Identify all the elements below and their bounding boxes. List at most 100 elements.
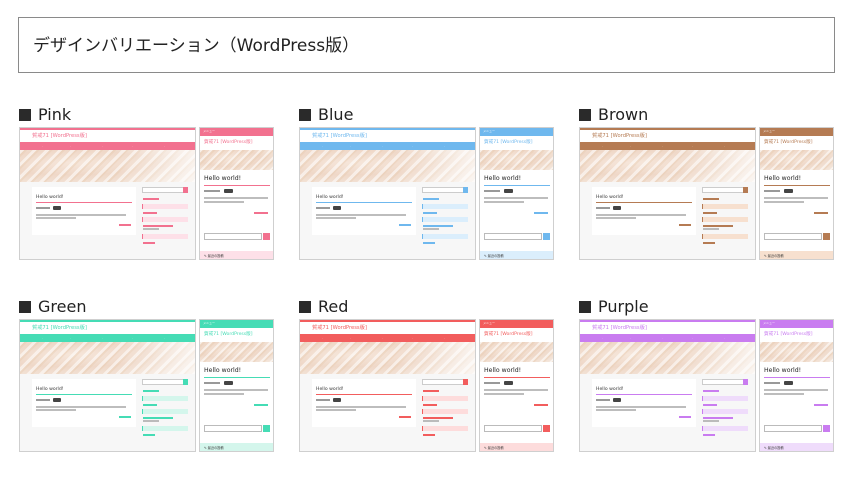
mobile-menu-bar: メニュー [200,320,273,328]
desktop-widget-header [422,409,468,414]
variant-name: Red [318,297,349,316]
mobile-recent-posts-header: ✎ 最近の投稿 [200,443,273,451]
mobile-hero-image [480,342,553,362]
desktop-nav-bar: · · · · · [20,142,195,150]
mobile-site-title: 賀戒71 [WordPress版] [484,140,533,145]
mobile-read-more [814,212,828,214]
variant-screenshot[interactable]: 賀戒71 [WordPress版] ····· Hello world! [299,127,557,262]
desktop-content-area: Hello world! [20,374,195,451]
variant-label: Brown [579,104,648,126]
desktop-content-area: Hello world! [580,182,755,259]
variant-label: Green [19,296,86,318]
mobile-post-heading: Hello world! [204,175,242,182]
mobile-search-icon [263,425,270,432]
variant-screenshot[interactable]: 賀戒71 [WordPress版] ····· Hello world! [579,127,837,262]
desktop-sidebar [422,379,468,449]
desktop-site-title: 賀戒71 [WordPress版] [592,133,647,139]
mobile-read-more [534,212,548,214]
desktop-post-divider [596,394,692,395]
desktop-site-title: 賀戒71 [WordPress版] [312,325,367,331]
desktop-post-heading: Hello world! [316,195,344,200]
desktop-post-heading: Hello world! [596,387,624,392]
desktop-post-heading: Hello world! [596,195,624,200]
desktop-widget-header [422,396,468,401]
desktop-widget-header [702,217,748,222]
mobile-read-more [254,212,268,214]
desktop-read-more [679,416,691,418]
mobile-menu-bar: メニュー [760,320,833,328]
desktop-post-divider [316,202,412,203]
desktop-site-title: 賀戒71 [WordPress版] [32,325,87,331]
desktop-top-line [580,128,755,130]
mobile-hero-image [200,150,273,170]
desktop-content-area: Hello world! [300,182,475,259]
desktop-search-icon [183,379,188,385]
page-title-box: デザインバリエーション（WordPress版） [18,17,835,73]
mobile-menu-bar: メニュー [760,128,833,136]
mobile-hero-image [760,342,833,362]
desktop-search-input [422,379,468,385]
variant-label: Red [299,296,348,318]
desktop-widget-header [702,204,748,209]
desktop-post-heading: Hello world! [316,387,344,392]
desktop-nav-bar: · · · · · [580,142,755,150]
desktop-read-more [399,224,411,226]
mobile-recent-posts-header: ✎ 最近の投稿 [480,443,553,451]
mobile-preview: メニュー 賀戒71 [WordPress版] Hello world! ✎ 最近… [199,319,274,452]
mobile-site-title: 賀戒71 [WordPress版] [484,332,533,337]
design-variant-red: Red 賀戒71 [WordPress版] · · · · · Hello world! [299,296,557,461]
desktop-top-line [580,320,755,322]
mobile-preview: メニュー 賀戒71 [WordPress版] Hello world! ✎ 最近… [759,319,834,452]
variant-label: Purple [579,296,649,318]
desktop-hero-image [580,342,755,374]
desktop-sidebar [422,187,468,257]
desktop-widget-header [142,396,188,401]
desktop-widget-header [422,426,468,431]
desktop-category-badge [53,206,61,210]
mobile-preview: メニュー 賀戒71 [WordPress版] Hello world! ✎ 最近… [479,127,554,260]
mobile-preview: メニュー 賀戒71 [WordPress版] Hello world! ✎ 最近… [199,127,274,260]
mobile-post-divider [204,185,270,186]
variant-screenshot[interactable]: 賀戒71 [WordPress版] ····· Hello world! [19,319,277,454]
desktop-search-input [422,187,468,193]
mobile-post-heading: Hello world! [764,367,802,374]
desktop-search-icon [463,187,468,193]
desktop-content-area: Hello world! [580,374,755,451]
mobile-recent-posts-header: ✎ 最近の投稿 [760,443,833,451]
mobile-post-heading: Hello world! [204,367,242,374]
desktop-nav-bar: · · · · · [300,142,475,150]
desktop-post-divider [36,394,132,395]
mobile-site-title: 賀戒71 [WordPress版] [764,140,813,145]
mobile-menu-bar: メニュー [480,320,553,328]
mobile-menu-bar: メニュー [480,128,553,136]
desktop-preview: 賀戒71 [WordPress版] · · · · · Hello world! [579,319,756,452]
variant-screenshot[interactable]: 賀戒71 [WordPress版] ····· Hello world! [579,319,837,454]
desktop-read-more [399,416,411,418]
desktop-widget-header [142,234,188,239]
variant-screenshot[interactable]: 賀戒71 [WordPress版] ····· Hello world! [19,127,277,262]
mobile-category-badge [784,381,793,385]
desktop-search-icon [743,187,748,193]
desktop-search-icon [743,379,748,385]
desktop-preview: 賀戒71 [WordPress版] · · · · · Hello world! [299,127,476,260]
desktop-post-card: Hello world! [312,379,416,427]
mobile-hero-image [760,150,833,170]
desktop-category-badge [53,398,61,402]
desktop-category-badge [613,398,621,402]
desktop-site-title: 賀戒71 [WordPress版] [32,133,87,139]
mobile-post-divider [484,185,550,186]
variant-screenshot[interactable]: 賀戒71 [WordPress版] ····· Hello world! [299,319,557,454]
variant-name: Green [38,297,87,316]
desktop-preview: 賀戒71 [WordPress版] · · · · · Hello world! [19,127,196,260]
mobile-site-title: 賀戒71 [WordPress版] [204,140,253,145]
mobile-preview: メニュー 賀戒71 [WordPress版] Hello world! ✎ 最近… [759,127,834,260]
mobile-read-more [534,404,548,406]
desktop-hero-image [300,150,475,182]
mobile-search-icon [263,233,270,240]
desktop-top-line [20,320,195,322]
desktop-widget-header [422,204,468,209]
desktop-site-title: 賀戒71 [WordPress版] [592,325,647,331]
desktop-sidebar [142,379,188,449]
mobile-post-divider [764,377,830,378]
square-bullet-icon [19,301,31,313]
